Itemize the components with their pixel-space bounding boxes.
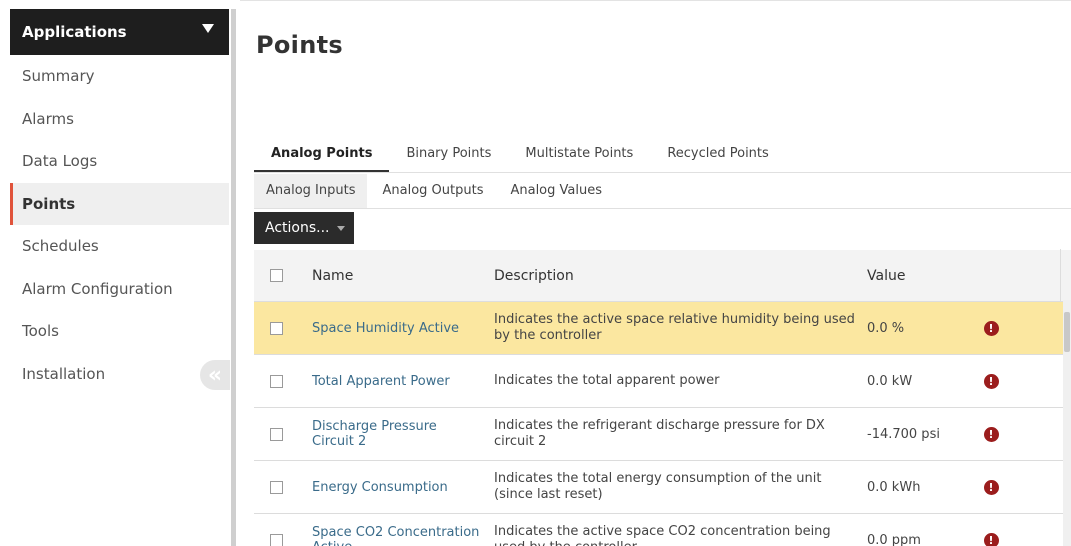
row-checkbox[interactable]	[269, 533, 283, 546]
table-row[interactable]: Discharge Pressure Circuit 2 Indicates t…	[254, 408, 1071, 461]
sidebar-item-label: Tools	[22, 322, 59, 341]
subtab-analog-inputs[interactable]: Analog Inputs	[254, 174, 368, 208]
alert-icon[interactable]: !	[983, 320, 999, 336]
point-name-link[interactable]: Total Apparent Power	[298, 374, 482, 389]
double-chevron-left-icon: «	[207, 362, 223, 388]
sidebar-item-summary[interactable]: Summary	[10, 55, 229, 98]
sidebar-item-alarms[interactable]: Alarms	[10, 97, 229, 140]
sidebar-item-points[interactable]: Points	[10, 182, 229, 225]
point-description: Indicates the active space CO2 concentra…	[494, 524, 831, 546]
select-all-checkbox[interactable]	[269, 269, 283, 282]
applications-label: Applications	[22, 23, 127, 41]
point-type-tabs: Analog Points Binary Points Multistate P…	[254, 136, 786, 172]
main-content: Points Analog Points Binary Points Multi…	[240, 0, 1071, 546]
page-title: Points	[256, 31, 343, 59]
column-header-name[interactable]: Name	[298, 268, 482, 284]
sidebar-item-data-logs[interactable]: Data Logs	[10, 140, 229, 183]
tab-recycled-points[interactable]: Recycled Points	[650, 136, 785, 172]
sidebar-item-tools[interactable]: Tools	[10, 310, 229, 353]
row-checkbox[interactable]	[269, 321, 283, 335]
sidebar-item-label: Points	[22, 194, 76, 213]
row-checkbox[interactable]	[269, 374, 283, 388]
point-name-link[interactable]: Space Humidity Active	[298, 321, 482, 336]
column-header-value[interactable]: Value	[865, 268, 961, 284]
alert-icon[interactable]: !	[983, 373, 999, 389]
point-value: 0.0 %	[867, 320, 905, 336]
table-row[interactable]: Space CO2 Concentration Active Indicates…	[254, 514, 1071, 546]
row-checkbox[interactable]	[269, 427, 283, 441]
tab-binary-points[interactable]: Binary Points	[389, 136, 508, 172]
header-divider	[1060, 249, 1061, 301]
tabs-divider	[254, 172, 1071, 173]
sidebar: Applications Summary Alarms Data Logs Po…	[0, 0, 236, 546]
sidebar-item-label: Data Logs	[22, 152, 98, 171]
subtab-analog-values[interactable]: Analog Values	[498, 174, 614, 208]
sidebar-item-alarm-configuration[interactable]: Alarm Configuration	[10, 267, 229, 310]
sidebar-item-label: Summary	[22, 67, 95, 86]
alert-icon[interactable]: !	[983, 479, 999, 495]
sidebar-item-label: Schedules	[22, 237, 99, 256]
subtab-analog-outputs[interactable]: Analog Outputs	[370, 174, 495, 208]
tab-multistate-points[interactable]: Multistate Points	[508, 136, 650, 172]
point-description: Indicates the active space relative humi…	[494, 312, 855, 343]
table-row[interactable]: Space Humidity Active Indicates the acti…	[254, 302, 1071, 355]
alert-icon[interactable]: !	[983, 426, 999, 442]
scrollbar-thumb[interactable]	[1064, 312, 1070, 352]
point-value: 0.0 kWh	[867, 479, 921, 495]
sidebar-divider[interactable]	[231, 9, 236, 546]
actions-label: Actions...	[265, 220, 330, 236]
table-row[interactable]: Total Apparent Power Indicates the total…	[254, 355, 1071, 408]
analog-subtabs: Analog Inputs Analog Outputs Analog Valu…	[254, 174, 617, 208]
sidebar-item-installation[interactable]: Installation	[10, 352, 229, 395]
sidebar-nav: Summary Alarms Data Logs Points Schedule…	[10, 55, 229, 395]
point-name-link[interactable]: Space CO2 Concentration Active	[298, 525, 482, 546]
point-value: 0.0 kW	[867, 373, 913, 389]
collapse-sidebar-button[interactable]: «	[200, 360, 230, 390]
tab-analog-points[interactable]: Analog Points	[254, 136, 390, 172]
actions-dropdown-button[interactable]: Actions...	[254, 212, 354, 244]
sidebar-item-label: Installation	[22, 364, 106, 383]
caret-down-icon	[336, 225, 345, 231]
applications-menu-button[interactable]: Applications	[10, 9, 229, 55]
points-table: Name Description Value Space Humidity Ac…	[254, 250, 1071, 546]
sidebar-item-label: Alarm Configuration	[22, 279, 173, 298]
point-name-link[interactable]: Energy Consumption	[298, 480, 482, 495]
point-description: Indicates the total energy consumption o…	[494, 471, 822, 502]
subtabs-divider	[254, 208, 1071, 209]
column-header-description[interactable]: Description	[482, 268, 865, 284]
table-row[interactable]: Energy Consumption Indicates the total e…	[254, 461, 1071, 514]
point-name-link[interactable]: Discharge Pressure Circuit 2	[298, 419, 482, 449]
row-checkbox[interactable]	[269, 480, 283, 494]
point-value: -14.700 psi	[867, 426, 940, 442]
point-value: 0.0 ppm	[867, 532, 921, 546]
caret-down-icon	[202, 24, 214, 33]
app-window: Applications Summary Alarms Data Logs Po…	[0, 0, 1071, 546]
sidebar-item-label: Alarms	[22, 109, 74, 128]
table-header: Name Description Value	[254, 250, 1071, 302]
alert-icon[interactable]: !	[983, 532, 999, 546]
sidebar-item-schedules[interactable]: Schedules	[10, 225, 229, 268]
point-description: Indicates the refrigerant discharge pres…	[494, 418, 825, 449]
point-description: Indicates the total apparent power	[494, 373, 720, 388]
